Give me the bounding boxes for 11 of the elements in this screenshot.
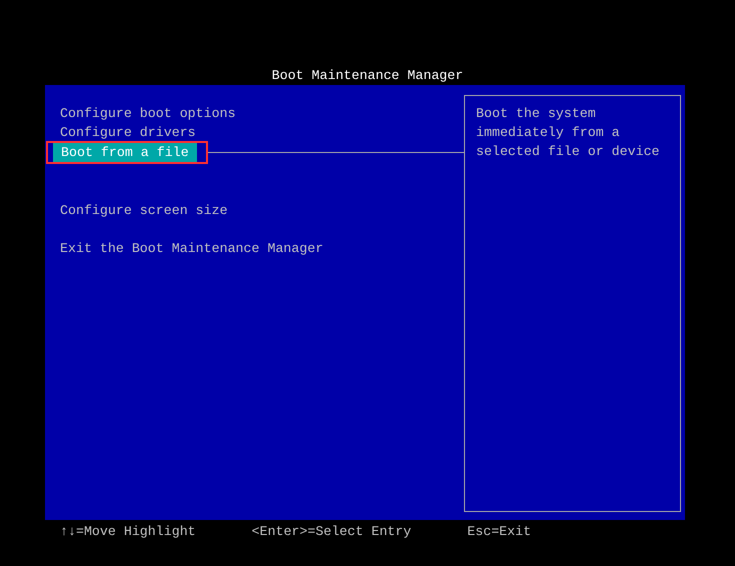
menu-item[interactable]: Configure drivers: [60, 123, 196, 142]
menu-item[interactable]: Exit the Boot Maintenance Manager: [60, 239, 324, 258]
help-text: immediately from a: [476, 124, 621, 142]
key-hint: Esc=Exit: [467, 523, 532, 541]
help-text: selected file or device: [476, 143, 661, 161]
menu-item[interactable]: Configure screen size: [60, 201, 228, 220]
window-title: Boot Maintenance Manager: [272, 67, 464, 85]
key-hint: <Enter>=Select Entry: [252, 523, 412, 541]
help-text: Boot the system: [476, 105, 597, 123]
key-hint: ↑↓=Move Highlight: [60, 523, 196, 541]
menu-item[interactable]: Configure boot options: [60, 104, 236, 123]
